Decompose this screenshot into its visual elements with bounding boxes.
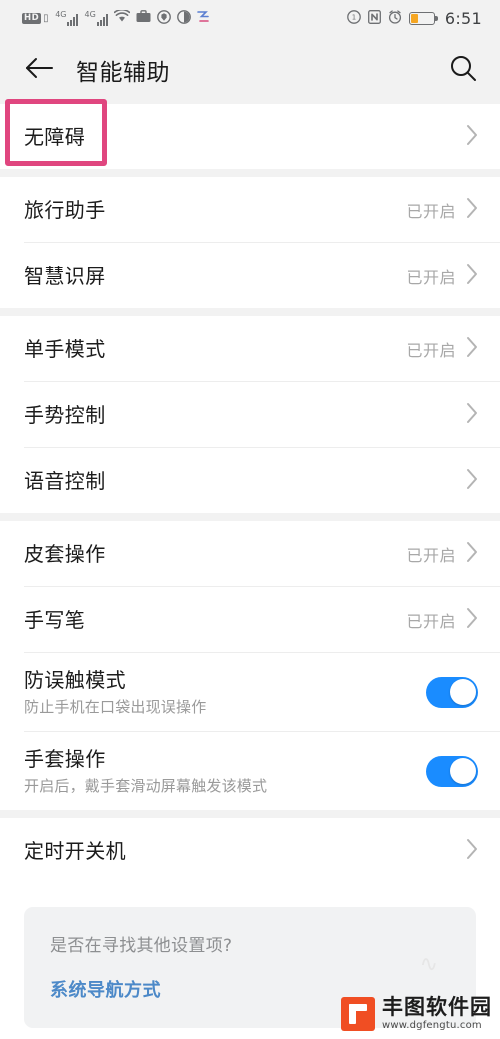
svg-text:1: 1 bbox=[352, 13, 356, 21]
back-arrow-icon[interactable] bbox=[24, 55, 54, 85]
zoom-app-icon bbox=[196, 10, 211, 27]
screen-record-icon: 1 bbox=[347, 9, 361, 27]
status-bar: HD ▯ 4G 4G 1 6:51 bbox=[0, 0, 500, 36]
chevron-right-icon bbox=[466, 197, 478, 223]
toggle-knob bbox=[449, 758, 476, 784]
wifi-icon bbox=[113, 8, 131, 26]
settings-row-title: 单手模式 bbox=[24, 336, 106, 361]
settings-row-value: 已开启 bbox=[406, 545, 456, 565]
settings-row-value: 已开启 bbox=[406, 267, 456, 287]
settings-row-travel-assistant[interactable]: 旅行助手 已开启 bbox=[0, 177, 500, 242]
app-bar: 智能辅助 bbox=[0, 36, 500, 104]
watermark-logo-icon bbox=[341, 997, 375, 1031]
phone-screen: HD ▯ 4G 4G 1 6:51 智能辅助 无障碍 旅行助手 已开启 智慧识屏… bbox=[0, 0, 500, 1039]
contrast-icon bbox=[176, 9, 191, 27]
settings-row-value: 已开启 bbox=[406, 201, 456, 221]
row-texts: 防误触模式 防止手机在口袋出现误操作 bbox=[24, 667, 426, 717]
row-texts: 单手模式 bbox=[24, 336, 406, 362]
toggle-knob bbox=[449, 679, 476, 705]
settings-row-value: 已开启 bbox=[406, 340, 456, 360]
settings-row-title: 定时开关机 bbox=[24, 838, 126, 863]
status-bar-left-icons: HD ▯ 4G 4G bbox=[22, 8, 211, 27]
hd-voice-icon: HD ▯ bbox=[22, 12, 50, 24]
status-bar-clock: 6:51 bbox=[444, 8, 482, 28]
status-bar-right-icons: 1 6:51 bbox=[347, 9, 482, 28]
row-texts: 智慧识屏 bbox=[24, 263, 406, 289]
section-gap-2 bbox=[0, 308, 500, 316]
settings-row-gesture-control[interactable]: 手势控制 bbox=[0, 382, 500, 447]
row-texts: 定时开关机 bbox=[24, 838, 466, 864]
system-navigation-link[interactable]: 系统导航方式 bbox=[50, 976, 161, 1002]
row-texts: 手写笔 bbox=[24, 607, 406, 633]
search-icon[interactable] bbox=[448, 53, 478, 87]
row-texts: 语音控制 bbox=[24, 468, 466, 494]
settings-row-title: 语音控制 bbox=[24, 468, 106, 493]
settings-row-subtitle: 防止手机在口袋出现误操作 bbox=[24, 698, 207, 716]
row-texts: 手套操作 开启后，戴手套滑动屏幕触发该模式 bbox=[24, 746, 426, 796]
section-gap-1 bbox=[0, 169, 500, 177]
settings-section-3: 单手模式 已开启 手势控制 语音控制 bbox=[0, 316, 500, 513]
row-texts: 旅行助手 bbox=[24, 197, 406, 223]
settings-row-scheduled-power[interactable]: 定时开关机 bbox=[0, 818, 500, 883]
signal-bars-1 bbox=[67, 13, 79, 26]
other-settings-question: 是否在寻找其他设置项? bbox=[50, 936, 233, 956]
settings-row-one-hand-mode[interactable]: 单手模式 已开启 bbox=[0, 316, 500, 381]
watermark-site-url: www.dgfengtu.com bbox=[382, 1020, 482, 1031]
settings-section-1: 无障碍 bbox=[0, 104, 500, 169]
settings-row-title: 手套操作 bbox=[24, 747, 106, 771]
watermark-site-name: 丰图软件园 bbox=[382, 995, 492, 1019]
row-texts: 手势控制 bbox=[24, 402, 466, 428]
row-texts: 无障碍 bbox=[24, 124, 466, 150]
settings-row-stylus[interactable]: 手写笔 已开启 bbox=[0, 587, 500, 652]
hd-voice-label: HD bbox=[22, 12, 42, 24]
settings-row-accessibility[interactable]: 无障碍 bbox=[0, 104, 500, 169]
watermark-ghost-mark: ∿ bbox=[419, 952, 440, 977]
settings-row-case-operation[interactable]: 皮套操作 已开启 bbox=[0, 521, 500, 586]
page-title: 智能辅助 bbox=[76, 60, 170, 86]
chevron-right-icon bbox=[466, 263, 478, 289]
row-texts: 皮套操作 bbox=[24, 541, 406, 567]
settings-row-glove-mode[interactable]: 手套操作 开启后，戴手套滑动屏幕触发该模式 bbox=[0, 732, 500, 810]
settings-row-value: 已开启 bbox=[406, 611, 456, 631]
settings-row-title: 智慧识屏 bbox=[24, 263, 106, 288]
watermark-texts: 丰图软件园 www.dgfengtu.com bbox=[382, 997, 492, 1031]
network-label-1: 4G bbox=[55, 9, 67, 19]
battery-icon bbox=[408, 11, 438, 25]
shield-icon bbox=[156, 9, 171, 27]
settings-row-voice-control[interactable]: 语音控制 bbox=[0, 448, 500, 513]
settings-row-title: 防误触模式 bbox=[24, 668, 126, 692]
settings-row-title: 手写笔 bbox=[24, 607, 86, 632]
settings-section-2: 旅行助手 已开启 智慧识屏 已开启 bbox=[0, 177, 500, 308]
settings-list: 无障碍 旅行助手 已开启 智慧识屏 已开启 单手模式 已开启 手势控制 语音控制… bbox=[0, 104, 500, 1028]
glove-mode-toggle[interactable] bbox=[426, 755, 478, 787]
chevron-right-icon bbox=[466, 468, 478, 494]
settings-row-subtitle: 开启后，戴手套滑动屏幕触发该模式 bbox=[24, 777, 268, 795]
section-gap-3 bbox=[0, 513, 500, 521]
settings-row-smart-screen-recognition[interactable]: 智慧识屏 已开启 bbox=[0, 243, 500, 308]
signal-4g-1-icon: 4G bbox=[55, 9, 79, 26]
chevron-right-icon bbox=[466, 336, 478, 362]
signal-4g-2-icon: 4G bbox=[84, 9, 108, 26]
anti-mistouch-toggle[interactable] bbox=[426, 676, 478, 708]
settings-row-title: 旅行助手 bbox=[24, 197, 106, 222]
settings-section-5: 定时开关机 bbox=[0, 818, 500, 883]
signal-bars-2 bbox=[96, 13, 108, 26]
section-gap-4 bbox=[0, 810, 500, 818]
settings-row-anti-mistouch-mode[interactable]: 防误触模式 防止手机在口袋出现误操作 bbox=[0, 653, 500, 731]
settings-row-title: 无障碍 bbox=[24, 124, 86, 149]
chevron-right-icon bbox=[466, 124, 478, 150]
settings-row-title: 手势控制 bbox=[24, 402, 106, 427]
chevron-right-icon bbox=[466, 402, 478, 428]
settings-section-4: 皮套操作 已开启 手写笔 已开启 防误触模式 防止手机在口袋出现误操作 手套操作… bbox=[0, 521, 500, 810]
watermark: 丰图软件园 www.dgfengtu.com bbox=[341, 997, 492, 1031]
settings-row-title: 皮套操作 bbox=[24, 541, 106, 566]
nfc-icon bbox=[367, 9, 381, 27]
chevron-right-icon bbox=[466, 607, 478, 633]
alarm-icon bbox=[388, 9, 402, 27]
briefcase-icon bbox=[136, 10, 151, 26]
network-label-2: 4G bbox=[84, 9, 96, 19]
chevron-right-icon bbox=[466, 838, 478, 864]
chevron-right-icon bbox=[466, 541, 478, 567]
